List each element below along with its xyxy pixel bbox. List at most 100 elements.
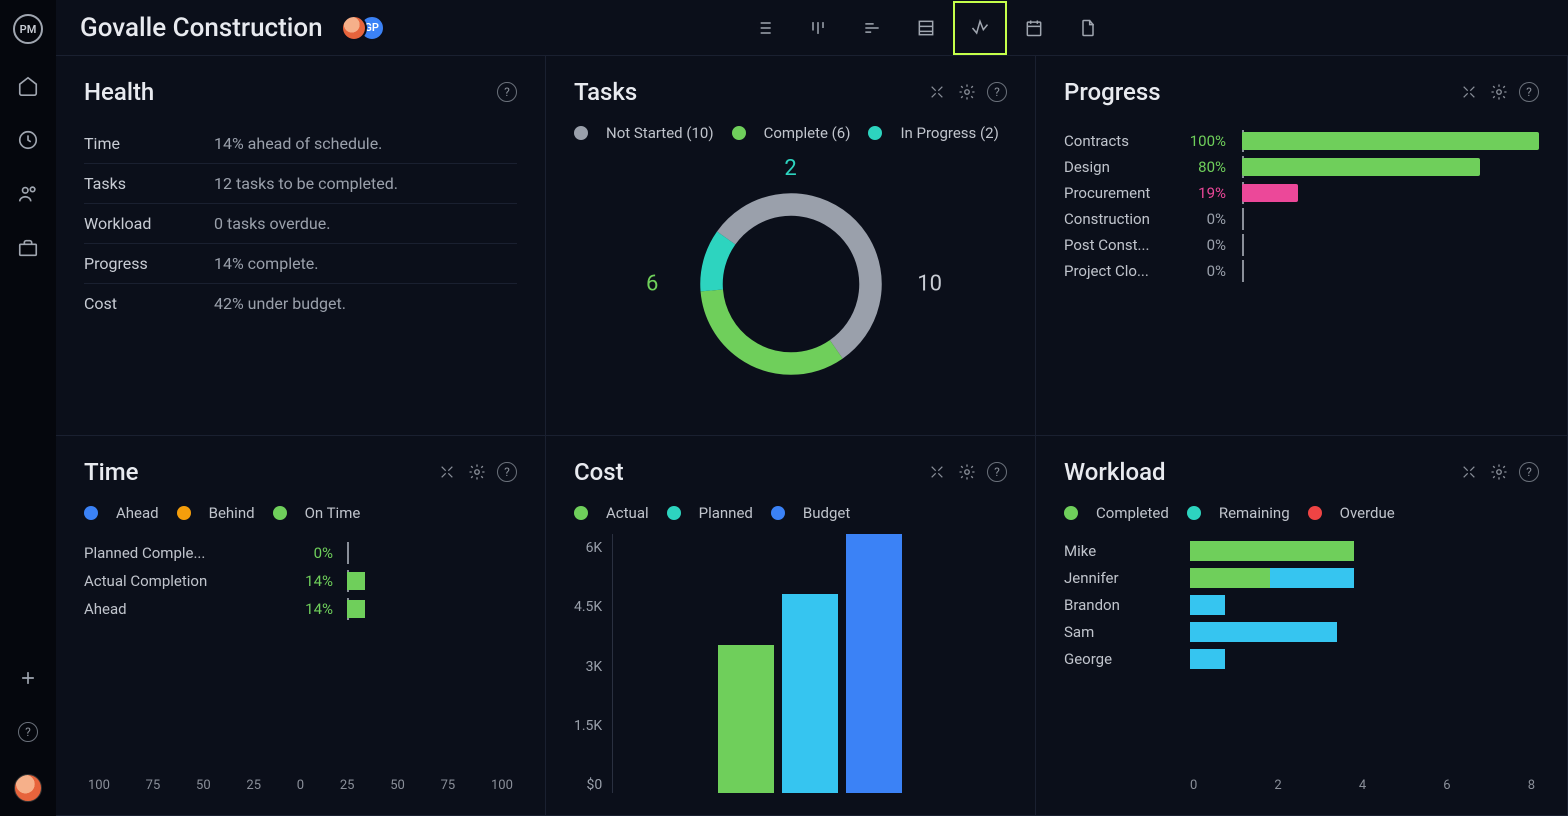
view-gantt-icon[interactable] [845,1,899,55]
time-row: Planned Comple... 0% [84,544,517,562]
cost-yaxis: 6K4.5K3K1.5K$0 [574,534,602,793]
legend-budget: Budget [803,504,850,522]
time-pct: 14% [283,600,333,618]
legend-complete: Complete (6) [764,124,851,142]
left-rail: PM ? [0,0,56,816]
card-workload: Workload ? Completed Remaining Overdue M… [1036,436,1568,816]
card-title-progress: Progress [1064,78,1449,106]
expand-icon[interactable] [927,462,947,482]
cost-bar-chart [612,534,1007,793]
progress-track [1242,184,1539,202]
gear-icon[interactable] [1489,462,1509,482]
card-help-icon[interactable]: ? [1519,82,1539,102]
workload-axis: 02468 [1064,778,1539,793]
card-title-workload: Workload [1064,458,1449,486]
workload-row: Mike [1064,541,1539,561]
card-tasks: Tasks ? Not Started (10) Complete (6) In… [546,56,1036,436]
briefcase-icon[interactable] [16,236,40,260]
legend-actual: Actual [606,504,649,522]
progress-pct: 0% [1184,236,1226,254]
expand-icon[interactable] [927,82,947,102]
time-bar [347,572,517,590]
card-help-icon[interactable]: ? [1519,462,1539,482]
cost-bar-planned [782,594,838,793]
progress-label: Post Const... [1064,236,1168,254]
legend-completed: Completed [1096,504,1169,522]
time-label: Planned Comple... [84,544,269,562]
progress-row: Project Clo...0% [1064,262,1539,280]
avatar-1[interactable] [341,15,367,41]
card-title-cost: Cost [574,458,917,486]
time-pct: 14% [283,572,333,590]
time-axis: 1007550250255075100 [84,778,517,793]
progress-pct: 80% [1184,158,1226,176]
progress-track [1242,262,1539,280]
workload-bar [1190,541,1539,561]
tasks-donut-chart [686,179,896,389]
workload-row: Brandon [1064,595,1539,615]
progress-row: Post Const... 0% [1064,236,1539,254]
people-icon[interactable] [16,182,40,206]
workload-bar [1190,649,1539,669]
card-title-health: Health [84,78,487,106]
gear-icon[interactable] [957,82,977,102]
workload-row: George [1064,649,1539,669]
progress-label: Project Clo... [1064,262,1168,280]
health-label: Workload [84,214,214,233]
member-avatars[interactable]: GP [341,15,385,41]
view-sheet-icon[interactable] [899,1,953,55]
donut-value-complete: 6 [646,271,658,296]
workload-label: Sam [1064,623,1174,641]
progress-track [1242,158,1539,176]
home-icon[interactable] [16,74,40,98]
cost-bar-actual [718,645,774,793]
view-calendar-icon[interactable] [1007,1,1061,55]
app-logo[interactable]: PM [13,14,43,44]
view-switcher [737,1,1115,55]
card-title-time: Time [84,458,427,486]
legend-overdue: Overdue [1340,504,1395,522]
legend-on-time: On Time [305,504,361,522]
view-dashboard-icon[interactable] [953,1,1007,55]
help-icon[interactable]: ? [16,720,40,744]
plus-icon[interactable] [16,666,40,690]
gear-icon[interactable] [1489,82,1509,102]
expand-icon[interactable] [1459,462,1479,482]
user-avatar[interactable] [14,774,42,802]
legend-remaining: Remaining [1219,504,1290,522]
card-health: Health ? Time14% ahead of schedule.Tasks… [56,56,546,436]
donut-value-not-started: 10 [917,271,942,296]
view-board-icon[interactable] [791,1,845,55]
time-row: Ahead14% [84,600,517,618]
legend-in-progress: In Progress (2) [900,124,998,142]
health-label: Progress [84,254,214,273]
card-help-icon[interactable]: ? [987,82,1007,102]
view-files-icon[interactable] [1061,1,1115,55]
progress-pct: 100% [1184,132,1226,150]
progress-row: Procurement19% [1064,184,1539,202]
gear-icon[interactable] [957,462,977,482]
clock-icon[interactable] [16,128,40,152]
cost-bar-budget [846,534,902,793]
workload-label: Brandon [1064,596,1174,614]
card-help-icon[interactable]: ? [497,82,517,102]
time-pct: 0% [283,544,333,562]
view-list-icon[interactable] [737,1,791,55]
health-label: Tasks [84,174,214,193]
card-help-icon[interactable]: ? [497,462,517,482]
workload-bar [1190,595,1539,615]
project-title: Govalle Construction [80,13,323,43]
workload-row: Sam [1064,622,1539,642]
expand-icon[interactable] [437,462,457,482]
expand-icon[interactable] [1459,82,1479,102]
progress-row: Design80% [1064,158,1539,176]
health-label: Time [84,134,214,153]
time-row: Actual Completion14% [84,572,517,590]
gear-icon[interactable] [467,462,487,482]
health-value: 12 tasks to be completed. [214,174,398,193]
donut-value-in-progress: 2 [784,156,796,181]
legend-ahead: Ahead [116,504,159,522]
card-cost: Cost ? Actual Planned Budget 6K4.5K3K1.5… [546,436,1036,816]
health-value: 42% under budget. [214,294,346,313]
card-help-icon[interactable]: ? [987,462,1007,482]
